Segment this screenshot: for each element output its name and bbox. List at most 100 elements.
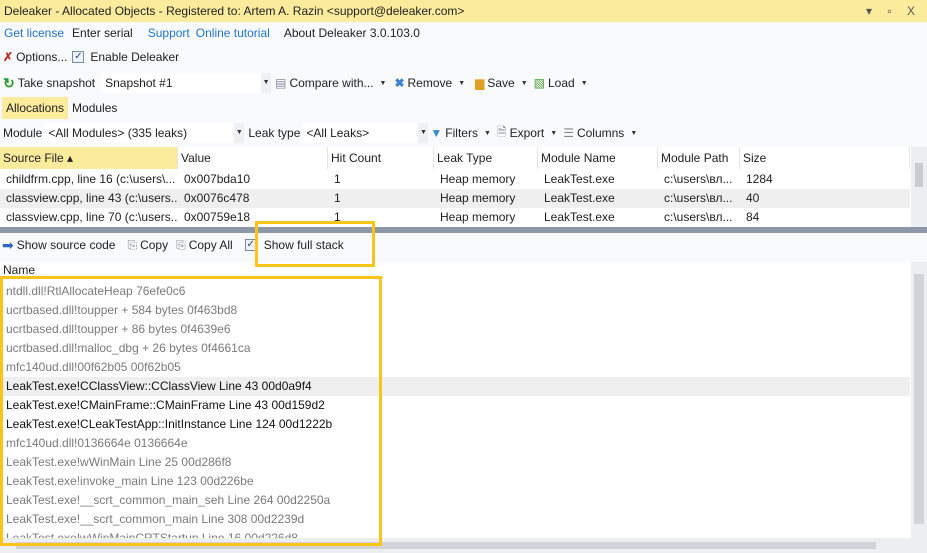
options-button[interactable]: ✗ Options...	[3, 50, 67, 64]
columns-button[interactable]: ☰ Columns ▼	[563, 126, 637, 140]
table-cell: c:\users\вл...	[664, 172, 733, 186]
stack-frame[interactable]: mfc140ud.dll!0136664e 0136664e	[0, 434, 910, 453]
table-row[interactable]: classview.cpp, line 70 (c:\users... 0x007…	[0, 208, 910, 227]
leak-type-label: Leak type	[248, 126, 301, 140]
column-header[interactable]: Hit Count	[328, 147, 434, 169]
arrow-right-icon: ➡	[2, 236, 14, 253]
column-header[interactable]: Leak Type	[434, 147, 538, 169]
stack-frame[interactable]: LeakTest.exe!CLeakTestApp::InitInstance …	[0, 415, 910, 434]
stack-frame[interactable]: LeakTest.exe!__scrt_common_main Line 308…	[0, 510, 910, 529]
table-cell: Heap memory	[440, 191, 516, 205]
table-cell: 40	[746, 191, 760, 205]
links-bar: Get license Enter serial Support Online …	[4, 23, 420, 43]
chevron-down-icon: ▼	[379, 79, 387, 87]
columns-icon: ☰	[563, 126, 574, 140]
table-cell: LeakTest.exe	[544, 210, 615, 224]
stack-frame[interactable]: ucrtbased.dll!toupper + 584 bytes 0f463b…	[0, 301, 910, 320]
table-row[interactable]: childfrm.cpp, line 16 (c:\users\... 0x007…	[0, 170, 910, 189]
columns-label: Columns	[576, 126, 625, 140]
stack-frame[interactable]: ucrtbased.dll!malloc_dbg + 26 bytes 0f46…	[0, 339, 910, 358]
table-cell: classview.cpp, line 43 (c:\users...	[6, 191, 178, 205]
chevron-down-icon: ▼	[520, 79, 528, 87]
copy-all-icon: ⎘	[176, 237, 186, 252]
copy-button[interactable]: ⎘ Copy	[127, 238, 168, 253]
checkbox-checked-icon: ✓	[72, 51, 85, 63]
stack-frame[interactable]: mfc140ud.dll!00f62b05 00f62b05	[0, 358, 910, 377]
options-label: Options...	[16, 50, 68, 64]
load-label: Load	[548, 76, 575, 90]
column-header[interactable]: Source File ▴	[0, 147, 178, 169]
module-value: <All Modules> (335 leaks)	[48, 126, 188, 140]
save-button[interactable]: ▆ Save ▼	[475, 76, 528, 90]
support-link[interactable]: Support	[148, 26, 190, 40]
stack-vertical-scrollbar[interactable]	[911, 262, 927, 553]
filter-icon: ▼	[430, 126, 443, 140]
stack-frame[interactable]: ucrtbased.dll!toupper + 86 bytes 0f4639e…	[0, 320, 910, 339]
stack-frame[interactable]: LeakTest.exe!wWinMain Line 25 00d286f8	[0, 453, 910, 472]
enter-serial-link[interactable]: Enter serial	[72, 26, 133, 40]
save-icon: ▆	[475, 76, 485, 90]
enable-deleaker-checkbox[interactable]: ✓ Enable Deleaker	[72, 50, 179, 64]
table-cell: 0x007bda10	[184, 172, 251, 186]
table-cell: classview.cpp, line 70 (c:\users...	[6, 210, 178, 224]
compare-with-button[interactable]: ▤ Compare with... ▼	[275, 76, 386, 90]
export-button[interactable]: 🗎 Export ▼	[497, 123, 557, 144]
name-column-header[interactable]: Name	[3, 262, 383, 278]
copy-label: Copy	[140, 238, 169, 252]
chevron-down-icon: ▼	[261, 73, 272, 93]
table-cell: 84	[746, 210, 760, 224]
enable-label: Enable Deleaker	[90, 50, 180, 64]
take-snapshot-label: Take snapshot	[17, 76, 96, 90]
table-cell: LeakTest.exe	[544, 172, 615, 186]
tab-allocations[interactable]: Allocations	[2, 97, 69, 119]
take-snapshot-button[interactable]: ↻ Take snapshot	[3, 75, 95, 92]
checkbox-checked-icon: ✓	[244, 239, 257, 251]
allocations-grid: Source File ▴ Value Hit Count Leak Type Modu…	[0, 147, 927, 227]
copy-all-button[interactable]: ⎘ Copy All	[176, 238, 233, 253]
compare-icon: ▤	[275, 76, 287, 90]
show-full-stack-checkbox[interactable]: ✓ Show full stack	[244, 238, 344, 252]
stack-frame[interactable]: ntdll.dll!RtlAllocateHeap 76efe0c6	[0, 282, 910, 301]
stack-horizontal-scrollbar[interactable]	[0, 538, 911, 553]
window-title: Deleaker - Allocated Objects - Registere…	[4, 4, 465, 18]
stack-frame[interactable]: LeakTest.exe!CClassView::CClassView Line…	[0, 377, 910, 396]
compare-label: Compare with...	[289, 76, 374, 90]
table-cell: 0x00759e18	[184, 210, 251, 224]
stack-frame[interactable]: LeakTest.exe!__scrt_common_main_seh Line…	[0, 491, 910, 510]
leak-type-select[interactable]: <All Leaks> ▼	[302, 123, 429, 143]
show-source-code-button[interactable]: ➡ Show source code	[2, 237, 115, 254]
remove-label: Remove	[407, 76, 453, 90]
copy-icon: ⎘	[127, 237, 138, 252]
splitter[interactable]	[0, 227, 927, 233]
stack-frame[interactable]: LeakTest.exe!CMainFrame::CMainFrame Line…	[0, 396, 910, 415]
get-license-link[interactable]: Get license	[4, 26, 64, 40]
window-controls[interactable]: ▾ ▫ X	[866, 0, 921, 22]
load-button[interactable]: ▧ Load ▼	[534, 76, 588, 90]
filters-button[interactable]: ▼ Filters ▼	[430, 126, 491, 140]
column-header[interactable]: Module Name	[538, 147, 658, 169]
table-cell: c:\users\вл...	[664, 191, 733, 205]
table-cell: childfrm.cpp, line 16 (c:\users\...	[6, 172, 176, 186]
table-cell: 0x0076c478	[184, 191, 250, 205]
column-header[interactable]: Value	[178, 147, 328, 169]
show-full-stack-label: Show full stack	[263, 238, 344, 252]
about-link[interactable]: About Deleaker 3.0.103.0	[284, 26, 420, 40]
snapshot-select[interactable]: Snapshot #1 ▼	[101, 73, 272, 93]
module-select[interactable]: <All Modules> (335 leaks) ▼	[44, 123, 245, 143]
table-cell: Heap memory	[440, 172, 516, 186]
column-header[interactable]: Size	[740, 147, 910, 169]
stack-frame[interactable]: LeakTest.exe!invoke_main Line 123 00d226…	[0, 472, 910, 491]
table-cell: Heap memory	[440, 210, 516, 224]
refresh-icon: ↻	[3, 74, 15, 91]
title-bar: Deleaker - Allocated Objects - Registere…	[0, 0, 927, 22]
column-header[interactable]: Module Path	[658, 147, 740, 169]
grid-vertical-scrollbar[interactable]	[911, 147, 927, 227]
table-row[interactable]: classview.cpp, line 43 (c:\users... 0x007…	[0, 189, 910, 208]
tools-icon: ✗	[3, 50, 14, 64]
chevron-down-icon: ▼	[418, 123, 429, 143]
table-cell: 1	[334, 172, 341, 186]
online-tutorial-link[interactable]: Online tutorial	[196, 26, 270, 40]
remove-button[interactable]: ✖ Remove ▼	[394, 76, 465, 90]
leak-type-value: <All Leaks>	[306, 126, 370, 140]
tab-modules[interactable]: Modules	[68, 97, 121, 119]
